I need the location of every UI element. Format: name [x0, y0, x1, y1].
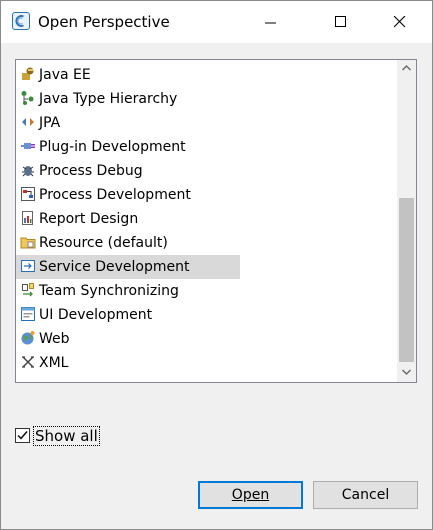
minimize-icon	[265, 22, 276, 24]
list-item[interactable]: Resource (default)	[16, 231, 240, 255]
list-item-label: UI Development	[39, 307, 153, 323]
list-item-label: Team Synchronizing	[39, 283, 179, 299]
open-button[interactable]: Open	[198, 481, 303, 509]
type-hierarchy-icon	[20, 90, 36, 106]
close-icon	[394, 16, 406, 28]
minimize-button[interactable]	[248, 1, 294, 43]
list-item-label: Process Debug	[39, 163, 143, 179]
list-item-label: Service Development	[39, 259, 190, 275]
cancel-button[interactable]: Cancel	[313, 481, 418, 509]
list-item[interactable]: Team Synchronizing	[16, 279, 240, 303]
list-item[interactable]: Process Development	[16, 183, 240, 207]
list-item-label: Report Design	[39, 211, 139, 227]
scroll-up-button[interactable]	[397, 60, 416, 78]
open-perspective-dialog: Open Perspective Java EE Java Type Hiera…	[0, 0, 433, 530]
checkmark-icon	[17, 431, 28, 440]
dialog-title: Open Perspective	[38, 13, 170, 31]
list-item[interactable]: Report Design	[16, 207, 240, 231]
perspective-list[interactable]: Java EE Java Type Hierarchy JPA Plug-in …	[15, 59, 417, 383]
xml-icon	[20, 354, 36, 370]
list-item[interactable]: XML	[16, 351, 240, 375]
list-item[interactable]: Java EE	[16, 63, 240, 87]
plugin-icon	[20, 138, 36, 154]
list-item-label: Java Type Hierarchy	[39, 91, 178, 107]
perspective-icon	[12, 12, 30, 30]
jpa-icon	[20, 114, 36, 130]
maximize-button[interactable]	[318, 1, 364, 43]
open-button-label: Open	[231, 487, 270, 503]
list-item[interactable]: Web	[16, 327, 240, 351]
web-globe-icon	[20, 330, 36, 346]
scroll-down-button[interactable]	[397, 364, 416, 382]
list-item-label: JPA	[39, 115, 61, 131]
list-item-label: Web	[39, 331, 70, 347]
resource-folder-icon	[20, 234, 36, 250]
list-item-label: Java EE	[39, 67, 91, 83]
list-item[interactable]: Service Development	[16, 255, 240, 279]
list-item-label: Plug-in Development	[39, 139, 186, 155]
list-item[interactable]: JPA	[16, 111, 240, 135]
title-bar[interactable]: Open Perspective	[1, 1, 432, 43]
show-all-checkbox[interactable]	[15, 428, 30, 443]
cancel-button-label: Cancel	[341, 487, 390, 503]
process-debug-icon	[20, 162, 36, 178]
list-item-label: Process Development	[39, 187, 191, 203]
list-item-label: Resource (default)	[39, 235, 168, 251]
chevron-down-icon	[402, 369, 411, 375]
service-development-icon	[20, 258, 36, 274]
ui-development-icon	[20, 306, 36, 322]
list-scrollbar[interactable]	[397, 60, 416, 382]
list-item-label: XML	[39, 355, 69, 371]
show-all-label[interactable]: Show all	[33, 426, 100, 446]
java-ee-icon	[20, 66, 36, 82]
scroll-thumb[interactable]	[399, 198, 414, 362]
report-design-icon	[20, 210, 36, 226]
list-item[interactable]: Java Type Hierarchy	[16, 87, 240, 111]
list-item[interactable]: UI Development	[16, 303, 240, 327]
maximize-icon	[335, 16, 346, 27]
list-item[interactable]: Plug-in Development	[16, 135, 240, 159]
list-item[interactable]: Process Debug	[16, 159, 240, 183]
close-button[interactable]	[377, 1, 423, 43]
team-sync-icon	[20, 282, 36, 298]
chevron-up-icon	[402, 65, 411, 71]
process-development-icon	[20, 186, 36, 202]
